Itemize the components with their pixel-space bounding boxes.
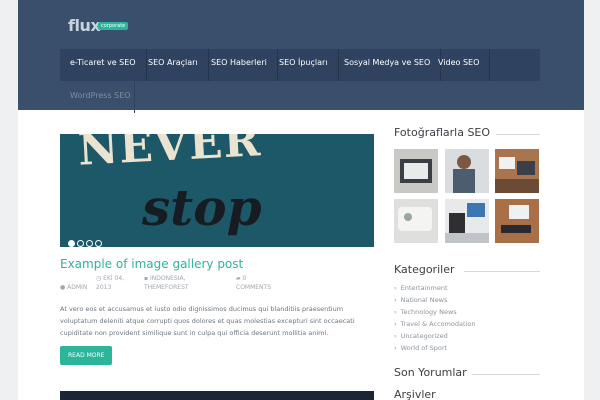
post-categories-text: INDONESIA, THEMEFOREST (144, 275, 189, 291)
category-link[interactable]: National News (394, 296, 448, 304)
category-link[interactable]: Uncategorized (394, 332, 448, 340)
post-date: ◷ EKİ 04, 2013 (96, 274, 136, 292)
comment-count: 0 (242, 275, 247, 282)
post-excerpt: At vero eos et accusamus et iusto odio d… (60, 305, 355, 337)
widget-title-categories: Kategoriler (394, 263, 455, 276)
nav-item-sosyal-medya[interactable]: Sosyal Medya ve SEO (334, 49, 442, 81)
image-gallery-slider[interactable]: NEVER stop (60, 134, 374, 247)
comment-label: COMMENTS (236, 284, 272, 291)
logo-badge: corporate (98, 22, 129, 30)
site-logo[interactable]: flux (68, 16, 101, 35)
slider-dot[interactable] (77, 240, 84, 247)
photo-thumb[interactable] (445, 149, 489, 193)
photo-thumb[interactable] (495, 199, 539, 243)
post-categories[interactable]: ▪ INDONESIA, THEMEFOREST (144, 274, 194, 292)
photo-thumb[interactable] (394, 149, 438, 193)
nav-item-eticaret[interactable]: e-Ticaret ve SEO (60, 49, 147, 81)
category-link[interactable]: World of Sport (394, 344, 447, 352)
category-link[interactable]: Entertainment (394, 284, 448, 292)
slider-pagination (68, 232, 104, 247)
nav-item-seo-haberleri[interactable]: SEO Haberleri (201, 49, 278, 81)
post-author-text: ADMIN (67, 284, 88, 291)
slider-dot[interactable] (95, 240, 102, 247)
widget-divider (472, 374, 540, 375)
nav-item-video-seo[interactable]: Video SEO (428, 49, 491, 81)
widget-divider (464, 271, 540, 272)
photo-thumb[interactable] (445, 199, 489, 243)
main-navigation: e-Ticaret ve SEO SEO Araçları SEO Haberl… (60, 49, 540, 81)
nav-item-wordpress-seo[interactable]: WordPress SEO (60, 81, 141, 111)
post-author[interactable]: ● ADMIN (60, 283, 87, 292)
widget-title-archives: Arşivler (394, 388, 436, 400)
photo-thumb[interactable] (394, 199, 438, 243)
slider-dot[interactable] (68, 240, 75, 247)
post-comments[interactable]: ▰ 0 COMMENTS (236, 274, 276, 292)
photo-thumb[interactable] (495, 149, 539, 193)
page-frame: flux corporate e-Ticaret ve SEO SEO Araç… (18, 0, 584, 400)
slider-dot[interactable] (86, 240, 93, 247)
slider-text-line1: NEVER (76, 134, 263, 176)
widget-divider (496, 134, 540, 135)
next-post-thumbnail[interactable] (60, 391, 374, 400)
post-title[interactable]: Example of image gallery post (60, 257, 243, 271)
nav-item-seo-ipuclari[interactable]: SEO İpuçları (269, 49, 339, 81)
nav-item-seo-araclari[interactable]: SEO Araçları (138, 49, 209, 81)
read-more-button[interactable]: READ MORE (60, 346, 113, 365)
category-link[interactable]: Travel & Accomodation (394, 320, 476, 328)
category-link[interactable]: Technology News (394, 308, 457, 316)
widget-title-photos: Fotoğraflarla SEO (394, 126, 491, 139)
widget-title-recent-comments: Son Yorumlar (394, 366, 467, 379)
slider-text-line2: stop (142, 178, 262, 237)
